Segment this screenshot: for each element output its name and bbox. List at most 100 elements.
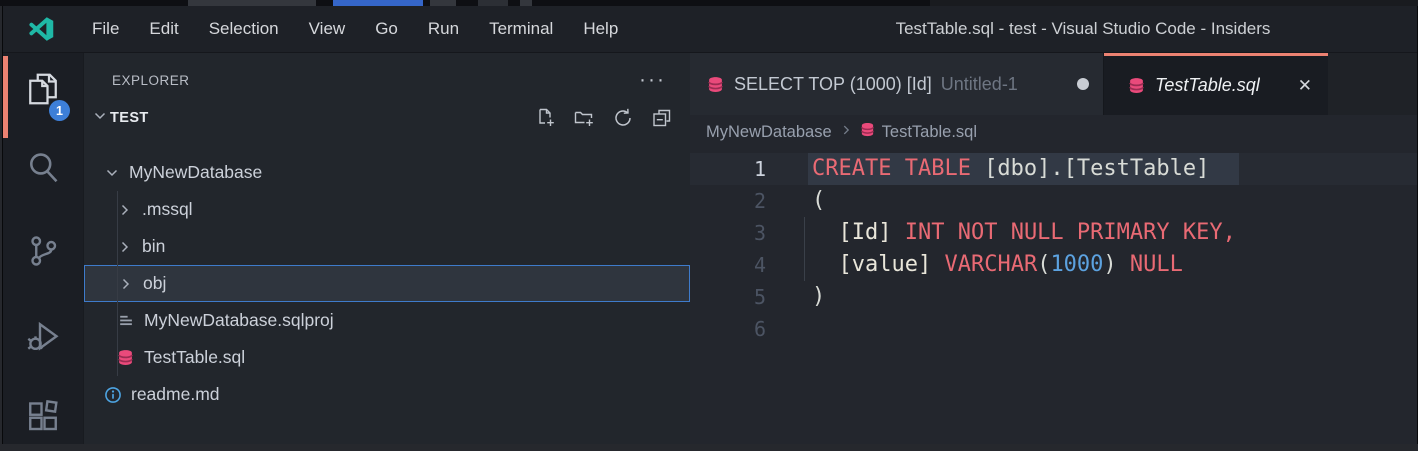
code-token: (: [1037, 252, 1050, 277]
chevron-down-icon: [92, 108, 108, 129]
code-line-4[interactable]: 4 [value] VARCHAR(1000) NULL: [690, 249, 1417, 281]
code-token: CREATE TABLE: [812, 156, 984, 181]
run-debug-activity-button[interactable]: [19, 315, 67, 363]
menu-item-file[interactable]: File: [77, 6, 134, 52]
menu-item-run[interactable]: Run: [413, 6, 474, 52]
database-icon: [117, 349, 139, 367]
code-line-3[interactable]: 3 [Id] INT NOT NULL PRIMARY KEY,: [690, 217, 1417, 249]
breadcrumb: MyNewDatabase TestTable.sql: [690, 115, 1417, 149]
menu-item-edit[interactable]: Edit: [134, 6, 193, 52]
tree-item-label: MyNewDatabase.sqlproj: [144, 310, 334, 331]
code-line-6[interactable]: 6: [690, 313, 1417, 345]
search-icon: [25, 149, 61, 190]
tree-item-label: TestTable.sql: [144, 347, 245, 368]
code-line-2[interactable]: 2(: [690, 185, 1417, 217]
database-icon: [860, 122, 875, 142]
tree-item-readme-md[interactable]: readme.md: [84, 376, 690, 413]
tree-item--mssql[interactable]: .mssql: [84, 191, 690, 228]
code-token: [812, 252, 839, 277]
close-tab-icon[interactable]: ✕: [1298, 76, 1312, 96]
code-line-5[interactable]: 5): [690, 281, 1417, 313]
tree-item-bin[interactable]: bin: [84, 228, 690, 265]
explorer-badge: 1: [49, 100, 70, 121]
chevron-right-icon: [117, 239, 137, 255]
line-number: 1: [690, 153, 766, 185]
code-token: [dbo].[TestTable]: [984, 156, 1209, 181]
chevron-right-icon: [118, 276, 138, 292]
code-token: [931, 252, 944, 277]
activity-bar: 1: [3, 53, 83, 444]
tree-item-mynewdatabase-sqlproj[interactable]: MyNewDatabase.sqlproj: [84, 302, 690, 339]
tree-indent-guide: [117, 191, 118, 376]
menu-item-view[interactable]: View: [294, 6, 361, 52]
tab-bar: SELECT TOP (1000) [Id] Untitled-1 TestTa…: [690, 53, 1417, 115]
code-token: 1000: [1050, 252, 1103, 277]
tab-testtable-sql[interactable]: TestTable.sql ✕: [1104, 53, 1328, 115]
new-file-icon[interactable]: [534, 107, 556, 129]
database-icon: [707, 76, 724, 93]
tree-item-label: obj: [143, 273, 166, 294]
source-control-activity-button[interactable]: [19, 229, 67, 277]
line-number: 4: [690, 249, 766, 281]
line-number: 2: [690, 185, 766, 217]
tree-item-label: bin: [142, 236, 165, 257]
extensions-icon: [25, 399, 61, 440]
chevron-right-icon: [839, 123, 853, 142]
menu-item-help[interactable]: Help: [568, 6, 633, 52]
code-token: [891, 220, 904, 245]
line-number: 3: [690, 217, 766, 249]
file-tree: MyNewDatabase .mssql bin obj MyNewDatabase.s…: [84, 154, 690, 413]
code-editor[interactable]: 1CREATE TABLE [dbo].[TestTable]2(3 [Id] …: [690, 149, 1417, 444]
tree-item-label: readme.md: [131, 384, 220, 405]
code-token: NULL: [1130, 252, 1183, 277]
sqlproj-list-icon: [117, 312, 139, 330]
extensions-activity-button[interactable]: [19, 395, 67, 443]
menu-item-selection[interactable]: Selection: [194, 6, 294, 52]
menu-item-terminal[interactable]: Terminal: [474, 6, 568, 52]
tab-label: TestTable.sql: [1155, 75, 1260, 96]
menu-bar: FileEditSelectionViewGoRunTerminalHelp: [77, 6, 633, 52]
new-folder-icon[interactable]: [573, 107, 595, 129]
tree-item-label: MyNewDatabase: [129, 162, 262, 183]
code-token: [1117, 252, 1130, 277]
search-activity-button[interactable]: [19, 145, 67, 193]
explorer-section-test[interactable]: TEST: [84, 101, 690, 135]
line-number: 6: [690, 313, 766, 345]
code-token: [value]: [839, 252, 932, 277]
breadcrumb-folder[interactable]: MyNewDatabase: [706, 123, 832, 142]
active-view-indicator: [3, 56, 8, 138]
code-token: (: [812, 188, 825, 213]
markdown-info-icon: [104, 386, 126, 404]
line-number: 5: [690, 281, 766, 313]
tab-untitled-1[interactable]: SELECT TOP (1000) [Id] Untitled-1: [690, 53, 1104, 115]
screenshot-root: FileEditSelectionViewGoRunTerminalHelp T…: [0, 0, 1418, 451]
tab-detail: Untitled-1: [941, 74, 1018, 95]
refresh-icon[interactable]: [612, 107, 634, 129]
more-actions-icon[interactable]: ···: [639, 75, 666, 85]
database-icon: [1128, 77, 1145, 94]
code-token: ): [1103, 252, 1116, 277]
code-token: VARCHAR: [944, 252, 1037, 277]
workbench: 1: [3, 53, 1417, 444]
tree-item-label: .mssql: [142, 199, 193, 220]
vscode-window: FileEditSelectionViewGoRunTerminalHelp T…: [2, 6, 1418, 444]
collapse-all-icon[interactable]: [651, 107, 673, 129]
source-control-icon: [25, 233, 61, 274]
section-actions: [534, 107, 690, 129]
tree-item-testtable-sql[interactable]: TestTable.sql: [84, 339, 690, 376]
vscode-insiders-logo-icon: [27, 14, 57, 44]
chevron-right-icon: [117, 202, 137, 218]
section-title: TEST: [110, 110, 149, 126]
unsaved-changes-dot[interactable]: [1077, 78, 1089, 90]
tree-item-mynewdatabase[interactable]: MyNewDatabase: [84, 154, 690, 191]
tree-item-obj[interactable]: obj: [84, 265, 690, 302]
breadcrumb-file[interactable]: TestTable.sql: [882, 123, 977, 142]
window-title: TestTable.sql - test - Visual Studio Cod…: [763, 19, 1403, 39]
explorer-activity-button[interactable]: 1: [19, 67, 67, 115]
run-debug-icon: [25, 319, 61, 360]
code-line-1[interactable]: 1 CREATE TABLE [dbo].[TestTable]: [690, 153, 1417, 185]
title-bar: FileEditSelectionViewGoRunTerminalHelp T…: [3, 6, 1417, 53]
menu-item-go[interactable]: Go: [360, 6, 413, 52]
code-token: ): [812, 284, 825, 309]
sidebar-header: EXPLORER ···: [84, 53, 690, 101]
